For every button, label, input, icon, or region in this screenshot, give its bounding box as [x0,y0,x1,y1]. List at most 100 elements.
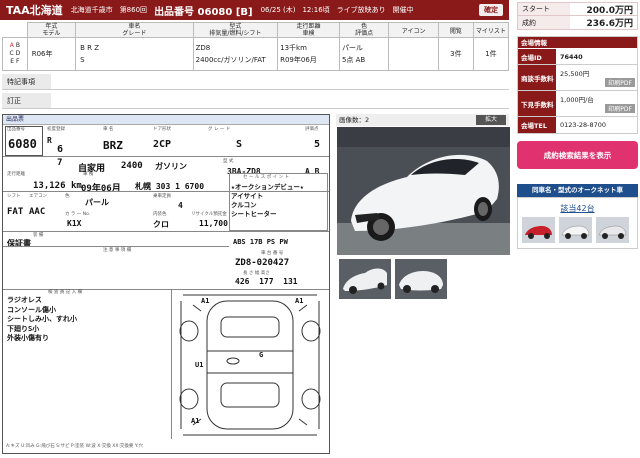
sheet-chassis: ZD8-020427 [235,258,290,268]
sheet-price: 11,700 [199,219,228,228]
show-results-button[interactable]: 成約検索結果を表示 [517,141,638,169]
tel-row: 会場TEL 0123-28-8700 [518,117,637,133]
diag-u1: U1 [195,361,204,369]
auction-sheet: 出品票 出品番号 6080 初度登録 R 6 車 名 BRZ ドア形状 2CP … [2,114,330,454]
lot-hdr: 出品番号 [7,127,25,132]
sheet-owner: 自家用 [78,164,106,174]
color-hdr: 色 [65,194,70,199]
sheet-legend: A:キズ U:凹み G:飛び石 S:サビ P:塗装 W:波 X:交換 XX:交換… [6,444,144,449]
col-icon: アイコン [388,22,439,38]
sheet-warranty: 保証書 [7,239,31,248]
sheet-doors: 2CP [153,139,172,150]
fee-pdf-button[interactable]: 印刷PDF [605,78,635,87]
same-model-title: 同車名・型式のオークネット車 [517,184,638,197]
year-cell: R06年 [26,37,77,71]
sheet-remarks: ラジオレス コンソール傷小 シートしみ小、すれ小 下廻りS小 外装小傷有り [7,296,77,342]
diag-a1-rear: A1 [191,417,200,425]
diag-a1-right: A1 [295,297,304,305]
venue-name: TAA北海道 [6,4,63,17]
sheet-era: R [47,136,52,145]
price-panel: スタート 200.0万円 成約 236.6万円 [517,2,638,30]
model-cell: ZD8 2400cc/ガソリン/FAT [192,37,279,71]
vin-hdr: 車 台 番 号 [261,251,284,256]
teisei-value [51,93,509,109]
venue-info-title: 会場情報 [518,37,637,49]
confirm-badge[interactable]: 確定 [479,4,503,16]
icon-cell [388,37,439,71]
mile-hdr: 走行距離 [7,172,25,177]
mileage-cell: 13千km R09年06月 [277,37,340,71]
col-color: 色 評価点 [338,22,390,38]
era-hdr: 初度登録 [47,127,65,132]
grade-letters: A B C D E F [2,37,28,71]
name-cell: B R ZS [75,37,194,71]
sheet-insp: 09年06月 [81,184,121,194]
thumb-photo-2[interactable] [395,259,447,299]
col-year: 年式 モデル [26,22,77,38]
icol-hdr: 内装色 [153,212,167,217]
teisei-label: 訂正 [2,93,51,109]
venue-info-panel: 会場情報 会場ID 76440 商談手数料 25,500円 印刷PDF 下見手数料 1,… [517,36,638,134]
sheet-fuel: ガソリン [155,162,187,171]
thumb-photo-1[interactable] [339,259,391,299]
notes-hdr: 注 意 事 項 欄 [103,248,132,253]
col-mileage: 走行距離 車検 [277,22,340,38]
shift-hdr: シフト [7,194,21,199]
sheet-score: 5 [314,139,321,150]
sales-hdr: セ ー ル ス ポ イ ン ト [243,175,290,180]
ac-hdr: エアコン [29,194,47,199]
sheet-title: 出品票 [3,115,329,124]
diag-a1-top: A1 [201,297,210,305]
session-no: 第860回 [119,6,148,14]
live-indicator: ライブ放映あり [336,6,386,14]
same-model-thumb-2[interactable] [559,217,592,243]
status-text: 開催中 [392,6,414,14]
mylist-cell: 1件 [472,37,510,71]
sheet-grade: S [236,139,243,150]
sheet-dims: 426 177 131 [235,277,298,286]
venue-id-row: 会場ID 76440 [518,49,637,65]
views-cell: 3件 [437,37,474,71]
preview-fee-row: 下見手数料 1,000円/台 印刷PDF [518,91,637,117]
model-hdr: 型 式 [223,159,234,164]
enlarge-button[interactable]: 拡大 [476,115,506,125]
sheet-cc: 2400 [121,161,143,171]
sheet-equip: ABS 17B PS PW [233,238,288,246]
price-hdr: リサイクル預託金 [191,212,227,217]
sheet-year: 6 [57,144,64,155]
score-hdr: 評価点 [305,127,319,132]
same-model-thumb-3[interactable] [596,217,629,243]
sheet-int-color: クロ [153,220,169,229]
door-hdr: ドア形状 [153,127,171,132]
sheet-body: 出品番号 6080 初度登録 R 6 車 名 BRZ ドア形状 2CP グ レ … [3,124,329,453]
sheet-month: 7 [57,158,63,168]
sheet-seats: 4 [178,201,183,210]
same-model-count-link[interactable]: 該当42台 [517,203,638,214]
sheet-color: パール [85,198,109,207]
start-price-row: スタート 200.0万円 [518,3,637,16]
seats-hdr: 乗車定員 [153,194,171,199]
grade-hdr: グ レ ー ド [208,127,231,132]
remark-hdr: 検 査 員 記 入 欄 [48,290,83,295]
auction-time: 12:16頃 [302,6,330,14]
auction-header-bar: TAA北海道 北海道千歳市 第860回 出品番号 06080 [B] 06/25… [0,0,509,20]
sheet-color-no: K1X [67,219,82,228]
fee-row: 商談手数料 25,500円 印刷PDF [518,65,637,91]
sheet-shift: FAT [7,207,24,217]
sheet-name: BRZ [103,139,123,152]
diag-g: G [259,351,264,359]
preview-pdf-button[interactable]: 印刷PDF [605,104,635,113]
color-cell: パール 5点 AB [338,37,390,71]
sheet-mileage: 13,126 km [33,181,82,191]
main-car-photo[interactable] [337,127,510,255]
equip-hdr: 装 備 [33,233,44,238]
col-model: 型式 排気量/燃料/シフト [192,22,279,38]
same-model-thumb-1[interactable] [522,217,555,243]
col-views: 閲覧 [437,22,474,38]
cno-hdr: カ ラ ー No. [65,212,91,217]
col-mylist: マイリスト [472,22,510,38]
tokki-value [51,74,509,90]
sold-price-row: 成約 236.6万円 [518,16,637,29]
col-name: 車名 グレード [75,22,194,38]
venue-location: 北海道千歳市 [70,6,113,14]
